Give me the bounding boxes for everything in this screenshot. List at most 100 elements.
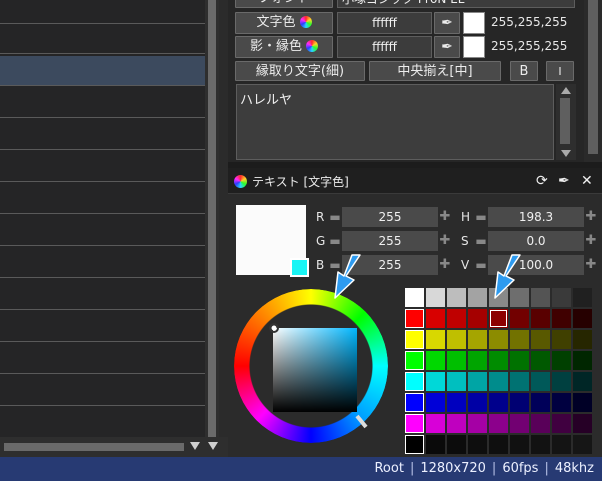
palette-swatch[interactable] [426,351,445,370]
decrement-r-button[interactable]: ▬ [328,207,342,227]
scroll-down-icon[interactable] [561,150,571,157]
palette-swatch[interactable] [531,309,550,328]
list-item[interactable] [0,120,205,150]
secondary-color-preview[interactable] [290,258,309,277]
palette-swatch[interactable] [531,288,550,307]
list-item[interactable] [0,88,205,118]
decrement-v-button[interactable]: ▬ [474,255,488,275]
palette-swatch[interactable] [573,288,592,307]
close-icon[interactable]: ✕ [581,172,593,190]
palette-swatch[interactable] [405,330,424,349]
font-label-button[interactable]: フォント [235,0,333,8]
alignment-button[interactable]: 中央揃え[中] [369,61,501,81]
palette-swatch[interactable] [510,435,529,454]
palette-swatch[interactable] [405,351,424,370]
palette-swatch[interactable] [489,393,508,412]
palette-swatch[interactable] [489,435,508,454]
palette-swatch[interactable] [510,372,529,391]
saturation-value-square[interactable] [273,328,357,412]
list-item[interactable] [0,376,205,406]
palette-swatch[interactable] [489,309,508,328]
channel-input-h[interactable]: 198.3 [488,207,584,227]
palette-swatch[interactable] [405,435,424,454]
list-vertical-scrollbar[interactable] [205,0,219,437]
increment-v-button[interactable]: ✚ [584,255,598,275]
palette-swatch[interactable] [489,330,508,349]
list-item-selected[interactable] [0,56,205,86]
shadow-color-button[interactable]: 影・縁色 [235,36,333,58]
palette-swatch[interactable] [468,435,487,454]
palette-swatch[interactable] [468,309,487,328]
scroll-down-icon[interactable] [208,442,218,450]
scrollbar-thumb[interactable] [208,0,216,437]
text-content-scrollbar[interactable] [556,84,576,160]
palette-swatch[interactable] [573,393,592,412]
list-item[interactable] [0,24,205,54]
palette-swatch[interactable] [447,393,466,412]
font-select[interactable]: 小塚ゴシック Pr6N EL [337,0,575,8]
palette-swatch[interactable] [426,288,445,307]
palette-swatch[interactable] [510,351,529,370]
bold-button[interactable]: B [510,61,538,81]
list-item[interactable] [0,216,205,246]
palette-swatch[interactable] [426,414,445,433]
decrement-g-button[interactable]: ▬ [328,231,342,251]
palette-swatch[interactable] [573,309,592,328]
palette-swatch[interactable] [510,330,529,349]
scroll-down-icon[interactable] [190,442,200,450]
list-item[interactable] [0,152,205,182]
color-palette-grid[interactable] [405,288,592,456]
scrollbar-thumb[interactable] [588,0,598,154]
scroll-up-icon[interactable] [561,87,571,94]
palette-swatch[interactable] [447,288,466,307]
palette-swatch[interactable] [510,414,529,433]
increment-s-button[interactable]: ✚ [584,231,598,251]
palette-swatch[interactable] [468,393,487,412]
palette-swatch[interactable] [447,414,466,433]
palette-swatch[interactable] [468,330,487,349]
palette-swatch[interactable] [405,393,424,412]
decrement-h-button[interactable]: ▬ [474,207,488,227]
list-item[interactable] [0,312,205,342]
palette-swatch[interactable] [510,309,529,328]
palette-swatch[interactable] [531,372,550,391]
list-item[interactable] [0,0,205,24]
text-color-swatch[interactable] [463,12,485,34]
palette-swatch[interactable] [468,351,487,370]
list-item[interactable] [0,248,205,278]
hue-ring-picker[interactable] [234,289,388,443]
palette-swatch[interactable] [573,372,592,391]
list-item[interactable] [0,344,205,374]
properties-scrollbar[interactable] [584,0,602,162]
increment-b-button[interactable]: ✚ [438,255,452,275]
text-color-button[interactable]: 文字色 [235,12,333,34]
palette-swatch[interactable] [552,309,571,328]
outline-style-button[interactable]: 縁取り文字(細) [235,61,365,81]
decrement-s-button[interactable]: ▬ [474,231,488,251]
palette-swatch[interactable] [447,351,466,370]
palette-swatch[interactable] [468,288,487,307]
palette-swatch[interactable] [447,309,466,328]
palette-swatch[interactable] [531,351,550,370]
palette-swatch[interactable] [531,435,550,454]
channel-input-r[interactable]: 255 [342,207,438,227]
list-item[interactable] [0,408,205,437]
palette-swatch[interactable] [426,309,445,328]
eyedropper-icon[interactable]: ✒ [434,12,460,34]
palette-swatch[interactable] [510,393,529,412]
layer-list[interactable] [0,0,205,437]
palette-swatch[interactable] [552,288,571,307]
palette-swatch[interactable] [552,372,571,391]
eyedropper-icon[interactable]: ✒ [434,36,460,58]
palette-swatch[interactable] [426,372,445,391]
increment-g-button[interactable]: ✚ [438,231,452,251]
palette-swatch[interactable] [531,393,550,412]
palette-swatch[interactable] [405,288,424,307]
palette-swatch[interactable] [468,414,487,433]
palette-swatch[interactable] [552,330,571,349]
list-item[interactable] [0,184,205,214]
palette-swatch[interactable] [573,330,592,349]
palette-swatch[interactable] [405,414,424,433]
increment-r-button[interactable]: ✚ [438,207,452,227]
palette-swatch[interactable] [531,414,550,433]
